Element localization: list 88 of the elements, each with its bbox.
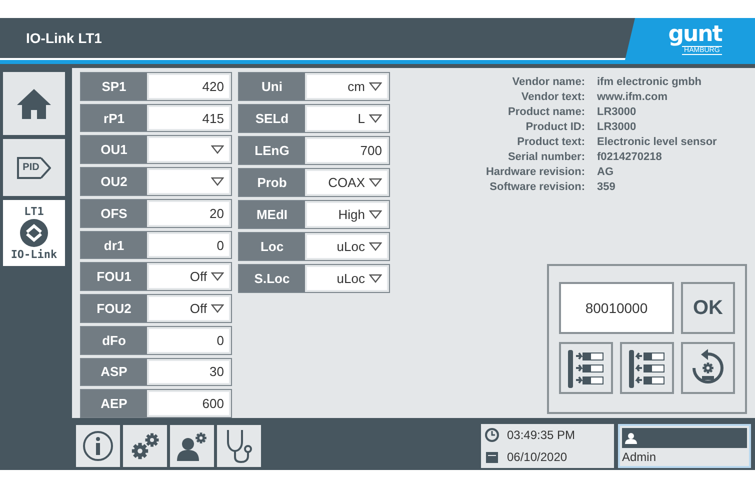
dropdown-arrow-icon (211, 177, 224, 186)
info-label: Product ID: (524, 121, 585, 133)
info-value: LR3000 (597, 121, 638, 133)
command-field[interactable]: 80010000 (559, 282, 674, 334)
time-text: 03:49:35 PM (507, 428, 576, 442)
parameter-label: FOU2 (81, 295, 147, 322)
info-value: f0214270218 (597, 151, 663, 163)
dropdown-arrow-icon (369, 242, 382, 251)
parameter-value-field[interactable]: 415 (149, 106, 229, 130)
parameter-label: OFS (81, 200, 147, 227)
parameter-value-field[interactable]: 0 (149, 328, 229, 352)
dropdown-arrow-icon (369, 274, 382, 283)
parameter-dropdown[interactable]: uLoc (307, 267, 387, 290)
user-panel[interactable]: Admin (618, 424, 751, 468)
device-label: LT1 (24, 206, 44, 217)
parameter-value-field[interactable]: 420 (149, 75, 229, 98)
parameter-label: Loc (239, 233, 305, 260)
clock-icon (485, 428, 499, 442)
user-name: Admin (622, 449, 658, 464)
info-label: Vendor name: (511, 76, 585, 88)
parameter-label: Uni (239, 73, 305, 100)
toolbar-button[interactable] (217, 425, 261, 467)
dropdown-arrow-icon (369, 210, 382, 219)
parameter-value-field[interactable]: 0 (149, 234, 229, 256)
dropdown-arrow-icon (369, 114, 382, 123)
info-value: 359 (597, 181, 616, 193)
info-label: Vendor text: (520, 91, 585, 103)
action-button[interactable] (681, 342, 735, 394)
sidebar-item[interactable]: LT1 IO-Link (3, 200, 65, 266)
parameter-dropdown[interactable]: L (307, 107, 387, 130)
action-button[interactable] (559, 342, 613, 394)
date-text: 06/10/2020 (507, 450, 568, 464)
dropdown-arrow-icon (369, 82, 382, 91)
parameter-dropdown[interactable]: uLoc (307, 235, 387, 258)
info-label: Hardware revision: (486, 166, 585, 178)
toolbar-button[interactable] (123, 425, 167, 467)
info-label: Serial number: (506, 151, 585, 163)
parameter-value-field[interactable]: 700 (307, 139, 387, 162)
parameter-dropdown[interactable]: cm (307, 75, 387, 98)
parameter-label: Prob (239, 169, 305, 196)
info-value: Electronic level sensor (597, 136, 718, 148)
parameter-label: OU2 (81, 168, 147, 195)
parameter-value-field[interactable]: 30 (149, 360, 229, 384)
parameter-dropdown[interactable]: COAX (307, 171, 387, 194)
info-label: Product name: (506, 106, 585, 118)
info-label: Software revision: (488, 181, 585, 193)
calendar-icon (485, 450, 499, 464)
parameter-label: SP1 (81, 73, 147, 100)
parameter-label: OU1 (81, 136, 147, 164)
chevron-icon (41, 156, 52, 178)
parameter-label: MEdI (239, 201, 305, 228)
dropdown-arrow-icon (211, 145, 224, 154)
pid-label: PID (16, 156, 52, 178)
parameter-value-field[interactable]: 20 (149, 202, 229, 225)
window-title: IO-Link LT1 (26, 30, 102, 46)
dropdown-arrow-icon (211, 304, 224, 313)
info-label: Product text: (516, 136, 585, 148)
parameter-label: dFo (81, 326, 147, 354)
dropdown-arrow-icon (369, 178, 382, 187)
parameter-dropdown[interactable]: Off (149, 265, 229, 288)
io-link-label: IO-Link (10, 249, 58, 260)
parameter-label: dr1 (81, 232, 147, 258)
dropdown-arrow-icon (211, 272, 224, 282)
parameter-label: LEnG (239, 137, 305, 164)
parameter-value-field[interactable]: 600 (149, 392, 229, 416)
sidebar-item[interactable]: PID (3, 139, 65, 196)
info-value: www.ifm.com (597, 91, 668, 103)
sidebar-item[interactable] (3, 72, 65, 135)
parameter-label: SELd (239, 105, 305, 132)
parameter-label: FOU1 (81, 263, 147, 290)
parameter-dropdown[interactable]: Off (149, 297, 229, 320)
action-button[interactable] (620, 342, 674, 394)
info-value: AG (597, 166, 614, 178)
user-icon (625, 432, 637, 444)
info-value: ifm electronic gmbh (597, 76, 703, 88)
toolbar-button[interactable] (76, 425, 120, 467)
parameter-label: AEP (81, 390, 147, 418)
parameter-label: rP1 (81, 104, 147, 132)
home-icon (16, 88, 52, 120)
user-settings-icon (175, 430, 209, 462)
toolbar-button[interactable] (170, 425, 214, 467)
parameter-label: ASP (81, 358, 147, 386)
ok-button[interactable]: OK (681, 282, 735, 334)
parameter-label: S.Loc (239, 265, 305, 292)
info-icon (82, 430, 114, 462)
io-link-icon (20, 219, 48, 247)
info-value: LR3000 (597, 106, 638, 118)
parameter-dropdown[interactable]: High (307, 203, 387, 226)
